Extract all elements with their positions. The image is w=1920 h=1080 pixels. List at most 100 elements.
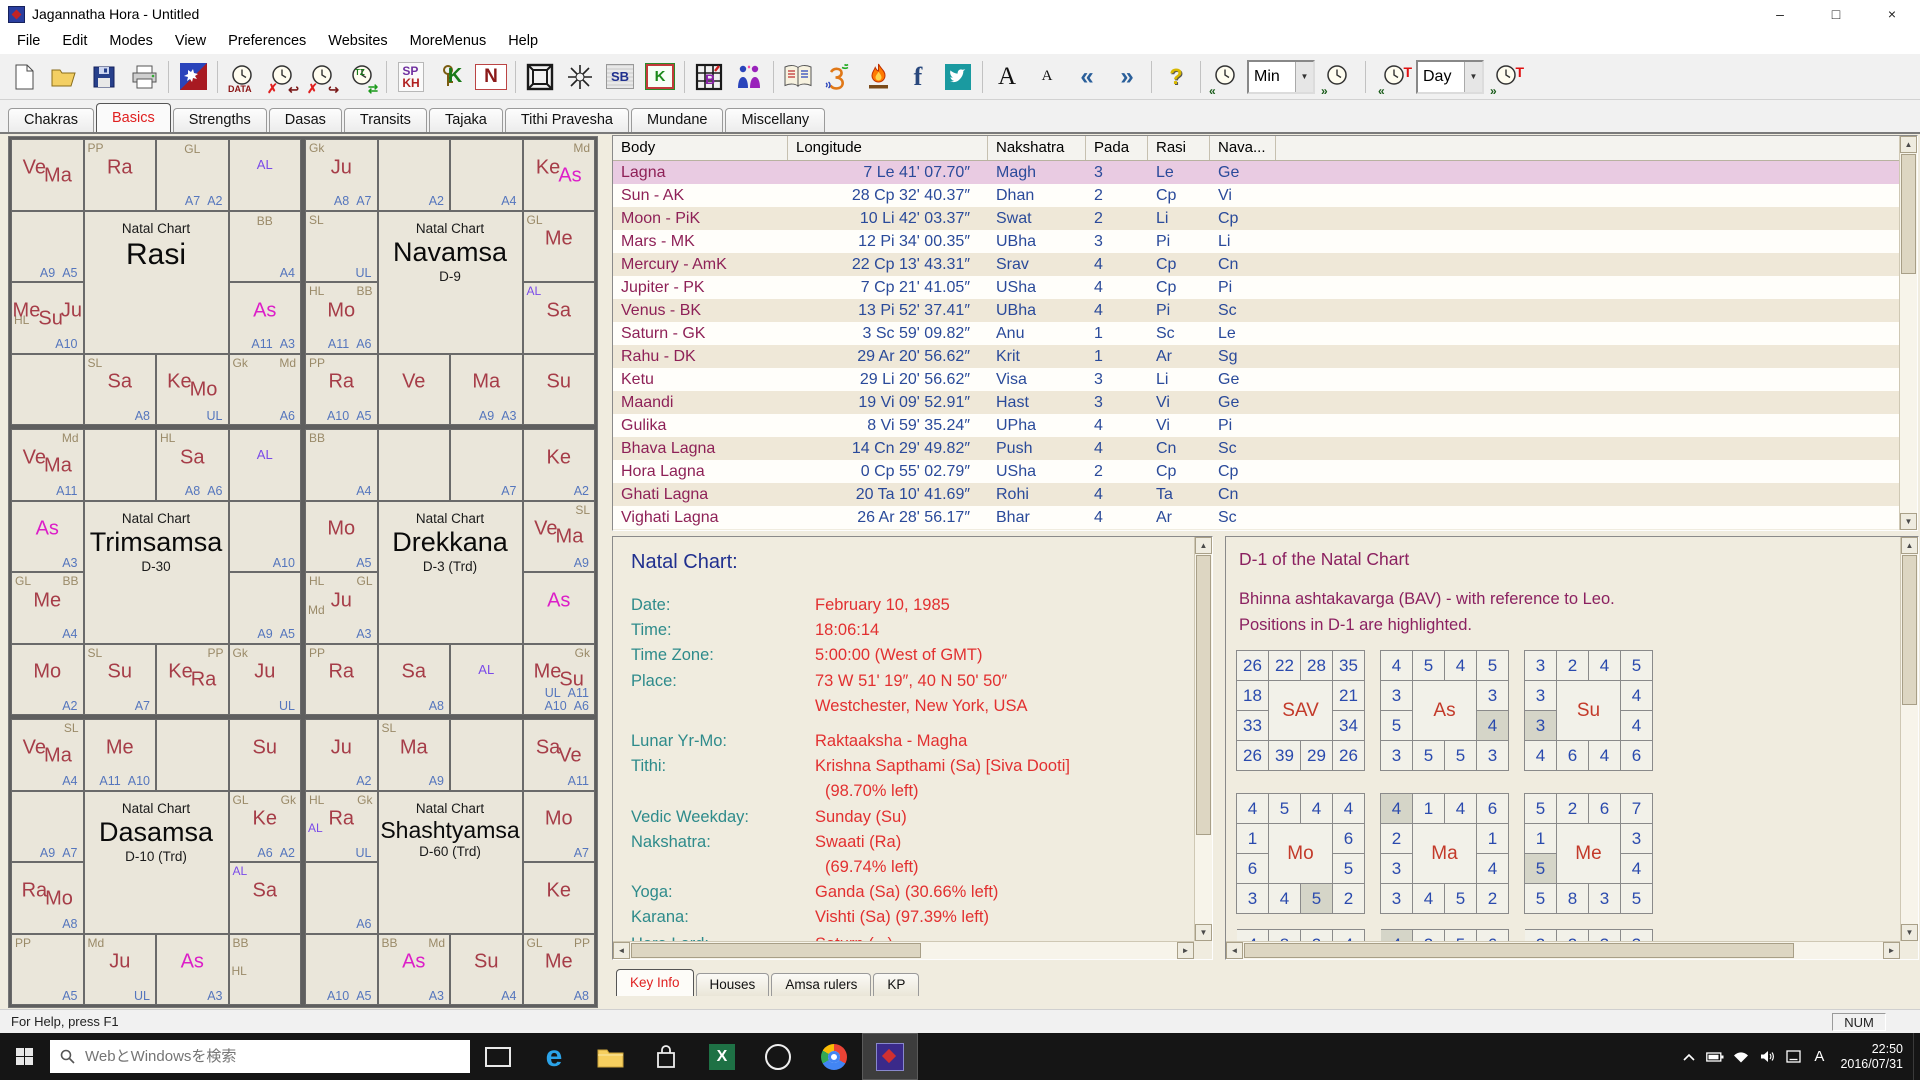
column-header-longitude[interactable]: Longitude	[788, 136, 988, 160]
sb-table-button[interactable]: SB	[600, 57, 640, 97]
d1-vertical-scrollbar[interactable]: ▲ ▼	[1900, 537, 1918, 959]
homa-button[interactable]	[858, 57, 898, 97]
battery-icon[interactable]	[1702, 1033, 1728, 1080]
table-row-hora-lagna[interactable]: Hora Lagna0 Cp 55' 02.79″USha2CpCp	[613, 460, 1917, 483]
d1-horizontal-scrollbar[interactable]: ◄ ►	[1226, 941, 1900, 959]
table-row-mercury-amk[interactable]: Mercury - AmK22 Cp 13' 43.31″Srav4CpCn	[613, 253, 1917, 276]
table-row-ketu[interactable]: Ketu29 Li 20' 56.62″Visa3LiGe	[613, 368, 1917, 391]
taskbar-app-chrome[interactable]	[806, 1033, 862, 1080]
timezone-button[interactable]: TZ⇄	[342, 57, 382, 97]
scroll-up-arrow[interactable]: ▲	[1195, 537, 1212, 554]
scroll-right-arrow[interactable]: ►	[1177, 942, 1194, 959]
tab-amsa-rulers[interactable]: Amsa rulers	[771, 973, 871, 996]
om-audio-button[interactable]	[818, 57, 858, 97]
print-button[interactable]	[124, 57, 164, 97]
open-file-button[interactable]	[44, 57, 84, 97]
minimize-button[interactable]: –	[1752, 0, 1808, 28]
scroll-up-arrow[interactable]: ▲	[1901, 537, 1918, 554]
column-header-body[interactable]: Body	[613, 136, 788, 160]
table-row-venus-bk[interactable]: Venus - BK13 Pi 52' 37.41″UBha4PiSc	[613, 299, 1917, 322]
maximize-button[interactable]: □	[1808, 0, 1864, 28]
table-row-moon-pik[interactable]: Moon - PiK10 Li 42' 03.37″Swat2LiCp	[613, 207, 1917, 230]
table-row-sun-ak[interactable]: Sun - AK28 Cp 32' 40.37″Dhan2CpVi	[613, 184, 1917, 207]
natal-vertical-scrollbar[interactable]: ▲ ▼	[1194, 537, 1212, 959]
next-button[interactable]: »	[1107, 57, 1147, 97]
twitter-button[interactable]	[938, 57, 978, 97]
menu-file[interactable]: File	[6, 33, 51, 49]
tab-chakras[interactable]: Chakras	[8, 108, 94, 132]
nadi-button[interactable]: N	[471, 57, 511, 97]
taskbar-app-jhora[interactable]	[862, 1033, 918, 1080]
scroll-up-arrow[interactable]: ▲	[1900, 136, 1917, 153]
tab-basics[interactable]: Basics	[96, 103, 171, 132]
close-button[interactable]: ×	[1864, 0, 1920, 28]
column-header-pada[interactable]: Pada	[1086, 136, 1148, 160]
table-row-mars-mk[interactable]: Mars - MK12 Pi 34' 00.35″UBha3PiLi	[613, 230, 1917, 253]
scroll-right-arrow[interactable]: ►	[1883, 942, 1900, 959]
table-row-bhava-lagna[interactable]: Bhava Lagna14 Cn 29' 49.82″Push4CnSc	[613, 437, 1917, 460]
menu-preferences[interactable]: Preferences	[217, 33, 317, 49]
compatibility-button[interactable]	[729, 57, 769, 97]
table-row-jupiter-pk[interactable]: Jupiter - PK7 Cp 21' 41.05″USha4CpPi	[613, 276, 1917, 299]
scroll-left-arrow[interactable]: ◄	[1226, 942, 1243, 959]
taskbar-app-store[interactable]	[638, 1033, 694, 1080]
scroll-down-arrow[interactable]: ▼	[1900, 513, 1917, 530]
menu-websites[interactable]: Websites	[317, 33, 398, 49]
menu-help[interactable]: Help	[497, 33, 549, 49]
taskbar-app-circle-app[interactable]	[750, 1033, 806, 1080]
date-step-forward-button[interactable]: T»	[1486, 57, 1526, 97]
kp-key-button[interactable]: K	[431, 57, 471, 97]
reading-button[interactable]	[778, 57, 818, 97]
table-row-lagna[interactable]: Lagna7 Le 41' 07.70″Magh3LeGe	[613, 161, 1917, 184]
time-undo-button[interactable]: ✗↩	[262, 57, 302, 97]
new-file-button[interactable]	[4, 57, 44, 97]
tab-strengths[interactable]: Strengths	[173, 108, 267, 132]
network-icon[interactable]	[1728, 1033, 1754, 1080]
taskbar-clock[interactable]: 22:50 2016/07/31	[1832, 1042, 1913, 1072]
chart-grid-button[interactable]	[520, 57, 560, 97]
help-button[interactable]: ?	[1156, 57, 1196, 97]
table-row-ghati-lagna[interactable]: Ghati Lagna20 Ta 10' 41.69″Rohi4TaCn	[613, 483, 1917, 506]
sarvatobhadra-button[interactable]	[560, 57, 600, 97]
speaker-icon[interactable]	[1754, 1033, 1780, 1080]
menu-modes[interactable]: Modes	[98, 33, 164, 49]
tab-key-info[interactable]: Key Info	[616, 969, 694, 996]
table-row-saturn-gk[interactable]: Saturn - GK3 Sc 59' 09.82″Anu1ScLe	[613, 322, 1917, 345]
sp-kh-button[interactable]: SPKH	[391, 57, 431, 97]
tab-kp[interactable]: KP	[873, 973, 919, 996]
date-step-select[interactable]: Day▼	[1416, 60, 1484, 94]
bhava-grid-button[interactable]: B	[689, 57, 729, 97]
taskbar-search[interactable]	[50, 1040, 470, 1073]
start-button[interactable]	[0, 1033, 48, 1080]
font-decrease-button[interactable]: A	[1027, 57, 1067, 97]
time-step-forward-button[interactable]: »	[1317, 57, 1357, 97]
column-header-nava[interactable]: Nava...	[1210, 136, 1276, 160]
tab-tajaka[interactable]: Tajaka	[429, 108, 503, 132]
natal-horizontal-scrollbar[interactable]: ◄ ►	[613, 941, 1194, 959]
save-button[interactable]	[84, 57, 124, 97]
time-redo-button[interactable]: ✗↪	[302, 57, 342, 97]
table-row-rahu-dk[interactable]: Rahu - DK29 Ar 20' 56.62″Krit1ArSg	[613, 345, 1917, 368]
table-row-maandi[interactable]: Maandi19 Vi 09' 52.91″Hast3ViGe	[613, 391, 1917, 414]
taskbar-app-excel[interactable]: X	[694, 1033, 750, 1080]
chevron-down-icon[interactable]: ▼	[1295, 62, 1313, 92]
chevron-up-icon[interactable]	[1676, 1033, 1702, 1080]
menu-edit[interactable]: Edit	[51, 33, 98, 49]
time-step-back-button[interactable]: «	[1205, 57, 1245, 97]
scroll-left-arrow[interactable]: ◄	[613, 942, 630, 959]
tab-mundane[interactable]: Mundane	[631, 108, 723, 132]
table-row-gulika[interactable]: Gulika8 Vi 59' 35.24″UPha4ViPi	[613, 414, 1917, 437]
scroll-down-arrow[interactable]: ▼	[1901, 924, 1918, 941]
tab-dasas[interactable]: Dasas	[269, 108, 342, 132]
kota-chakra-button[interactable]: K	[640, 57, 680, 97]
tab-houses[interactable]: Houses	[696, 973, 770, 996]
ime-indicator[interactable]: A	[1806, 1033, 1832, 1080]
scroll-down-arrow[interactable]: ▼	[1195, 924, 1212, 941]
column-header-rasi[interactable]: Rasi	[1148, 136, 1210, 160]
column-header-nakshatra[interactable]: Nakshatra	[988, 136, 1086, 160]
table-vertical-scrollbar[interactable]: ▲ ▼	[1899, 136, 1917, 530]
show-desktop-button[interactable]	[1913, 1033, 1920, 1080]
menu-moremenus[interactable]: MoreMenus	[399, 33, 498, 49]
taskbar-app-edge[interactable]: e	[526, 1033, 582, 1080]
tab-tithi-pravesha[interactable]: Tithi Pravesha	[505, 108, 629, 132]
